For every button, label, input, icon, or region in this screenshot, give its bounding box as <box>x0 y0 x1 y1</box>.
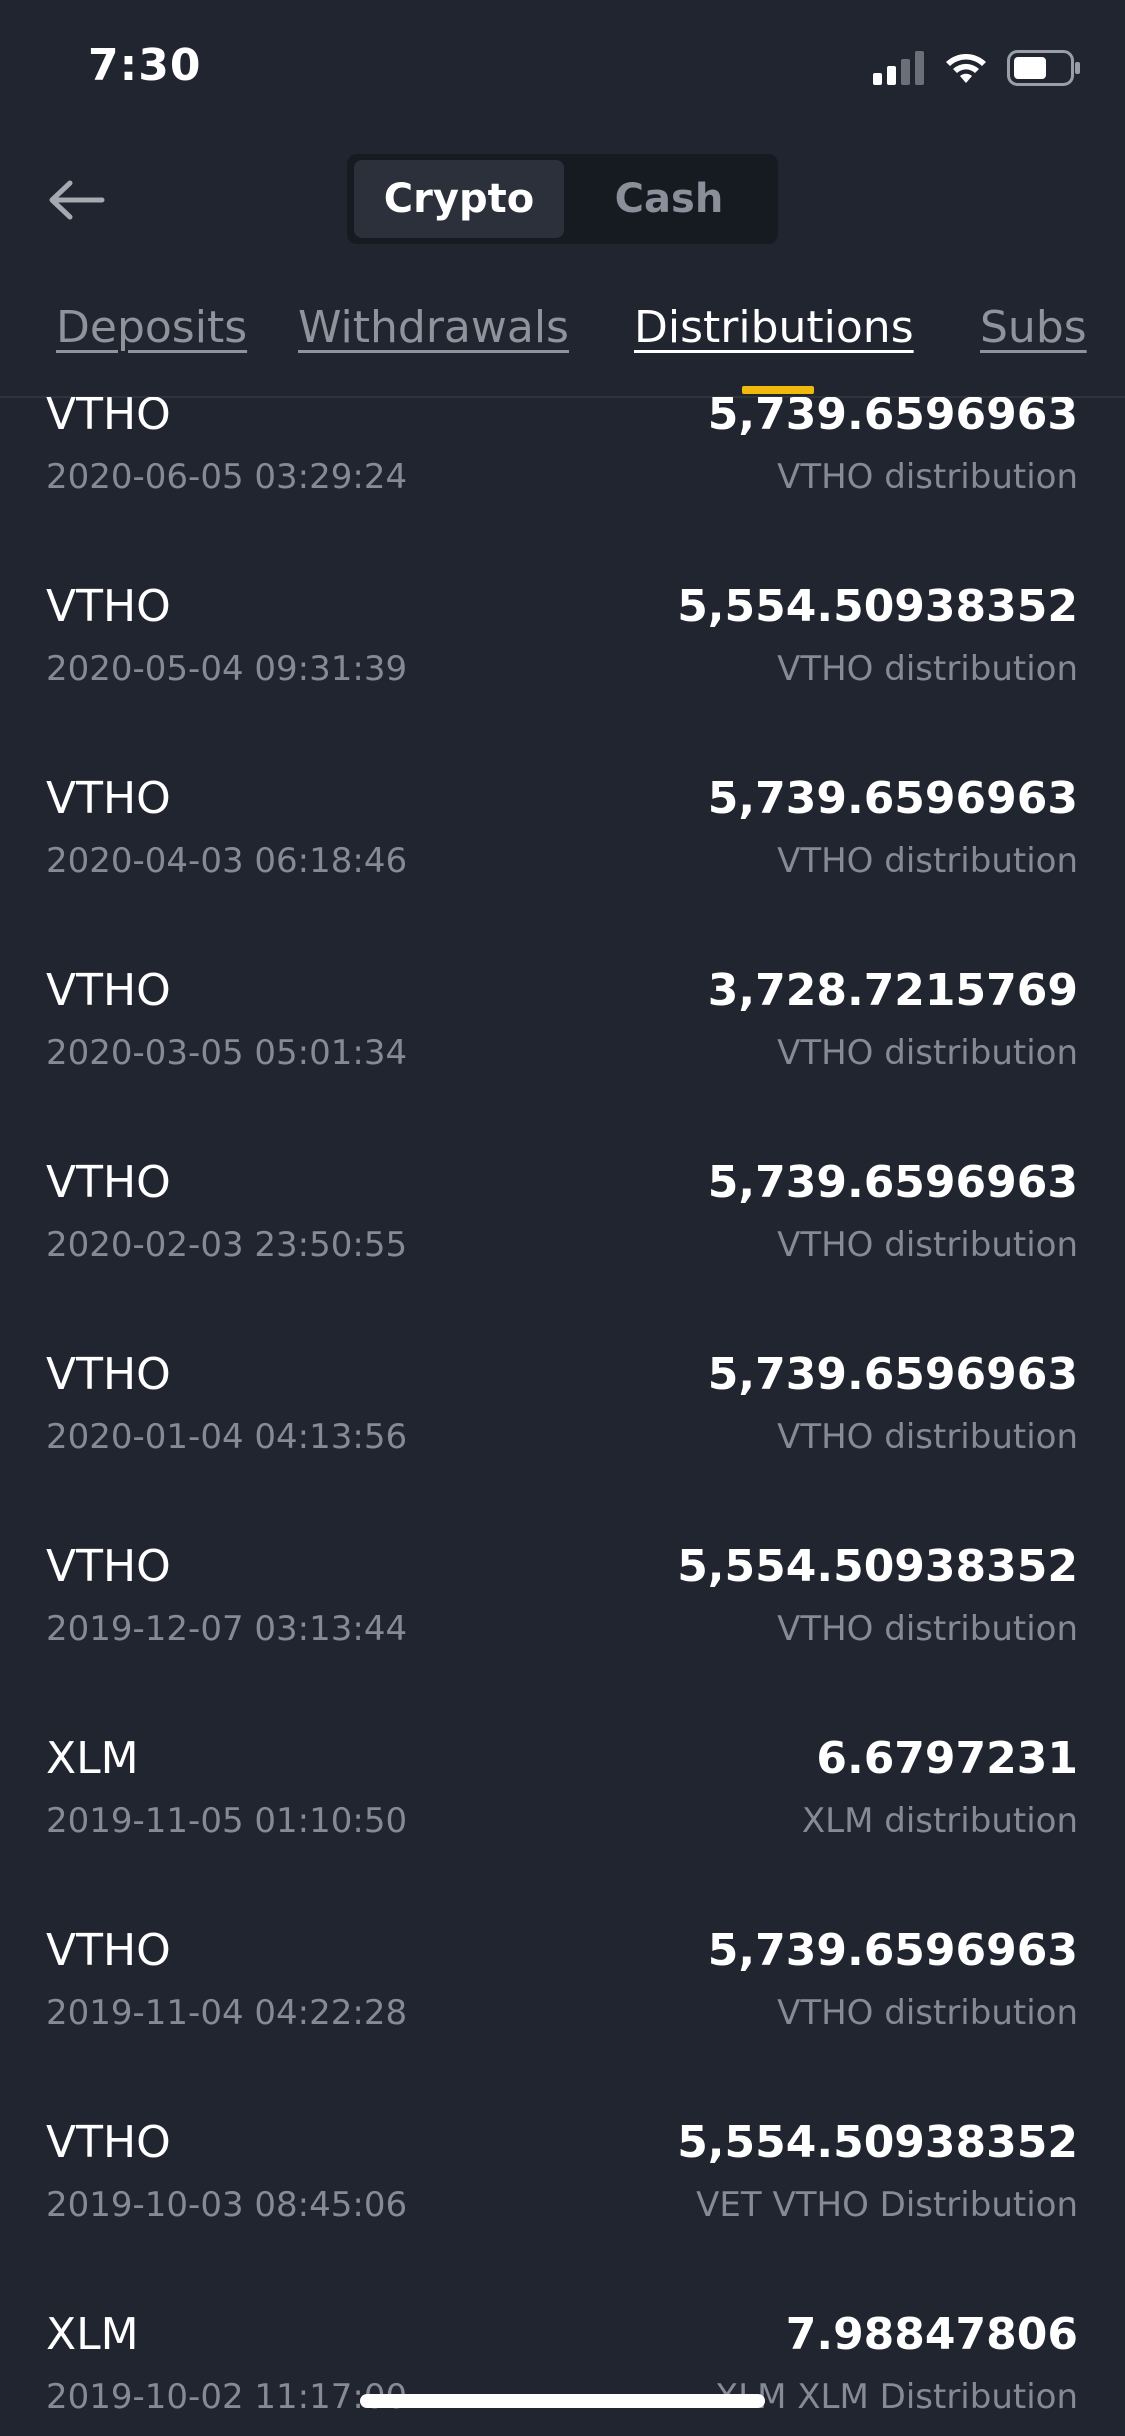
status-time: 7:30 <box>88 40 202 91</box>
coin-symbol: VTHO <box>46 397 171 440</box>
transaction-description: VTHO distribution <box>777 1993 1078 2033</box>
list-item[interactable]: XLM 2019-10-02 11:17:00 7.98847806 XLM X… <box>0 2309 1125 2436</box>
signal-icon <box>873 51 925 89</box>
transaction-description: XLM distribution <box>801 1801 1078 1841</box>
transaction-date: 2020-06-05 03:29:24 <box>46 457 408 497</box>
transaction-date: 2019-11-04 04:22:28 <box>46 1993 408 2033</box>
transaction-amount: 5,739.6596963 <box>707 1925 1078 1976</box>
active-tab-indicator <box>742 386 814 394</box>
tab-deposits[interactable]: Deposits <box>56 302 247 353</box>
coin-symbol: VTHO <box>46 2117 171 2168</box>
transaction-description: VTHO distribution <box>777 649 1078 689</box>
list-item[interactable]: VTHO 2019-12-07 03:13:44 5,554.50938352 … <box>0 1541 1125 1741</box>
transaction-amount: 5,554.50938352 <box>677 1541 1078 1592</box>
list-item[interactable]: VTHO 2020-04-03 06:18:46 5,739.6596963 V… <box>0 773 1125 973</box>
transaction-date: 2020-01-04 04:13:56 <box>46 1417 408 1457</box>
list-item[interactable]: VTHO 2020-03-05 05:01:34 3,728.7215769 V… <box>0 965 1125 1165</box>
coin-symbol: VTHO <box>46 581 171 632</box>
transaction-amount: 5,739.6596963 <box>707 773 1078 824</box>
segment-crypto[interactable]: Crypto <box>354 160 564 238</box>
wifi-icon <box>943 51 989 89</box>
list-item[interactable]: VTHO 2019-10-03 08:45:06 5,554.50938352 … <box>0 2117 1125 2317</box>
transaction-amount: 5,554.50938352 <box>677 581 1078 632</box>
transaction-description: VTHO distribution <box>777 1033 1078 1073</box>
tab-subscriptions[interactable]: Subs <box>980 302 1087 353</box>
home-indicator <box>360 2394 765 2408</box>
transaction-amount: 5,554.50938352 <box>677 2117 1078 2168</box>
transaction-date: 2020-02-03 23:50:55 <box>46 1225 408 1265</box>
list-item[interactable]: VTHO 2019-11-04 04:22:28 5,739.6596963 V… <box>0 1925 1125 2125</box>
transaction-amount: 5,739.6596963 <box>707 397 1078 440</box>
tab-withdrawals[interactable]: Withdrawals <box>298 302 569 353</box>
list-item[interactable]: XLM 2019-11-05 01:10:50 6.6797231 XLM di… <box>0 1733 1125 1933</box>
coin-symbol: XLM <box>46 1733 139 1784</box>
header: Crypto Cash <box>0 140 1125 260</box>
transaction-date: 2020-03-05 05:01:34 <box>46 1033 408 1073</box>
transaction-description: XLM XLM Distribution <box>714 2377 1078 2417</box>
coin-symbol: VTHO <box>46 773 171 824</box>
transaction-date: 2019-10-03 08:45:06 <box>46 2185 408 2225</box>
transaction-description: VTHO distribution <box>777 841 1078 881</box>
transaction-description: VTHO distribution <box>777 457 1078 497</box>
transaction-amount: 5,739.6596963 <box>707 1349 1078 1400</box>
distribution-list: VTHO 2020-06-05 03:29:24 5,739.6596963 V… <box>0 397 1125 2436</box>
arrow-left-icon <box>46 178 106 226</box>
list-item[interactable]: VTHO 2020-05-04 09:31:39 5,554.50938352 … <box>0 581 1125 781</box>
asset-type-toggle: Crypto Cash <box>347 154 778 244</box>
battery-icon <box>1007 50 1081 90</box>
coin-symbol: VTHO <box>46 1541 171 1592</box>
coin-symbol: VTHO <box>46 1925 171 1976</box>
coin-symbol: VTHO <box>46 1349 171 1400</box>
transaction-amount: 7.98847806 <box>785 2309 1078 2360</box>
transaction-description: VET VTHO Distribution <box>696 2185 1078 2225</box>
transaction-date: 2019-12-07 03:13:44 <box>46 1609 408 1649</box>
coin-symbol: VTHO <box>46 965 171 1016</box>
tab-distributions[interactable]: Distributions <box>634 302 914 353</box>
coin-symbol: VTHO <box>46 1157 171 1208</box>
history-tabs: Deposits Withdrawals Distributions Subs <box>0 292 1125 398</box>
transaction-amount: 3,728.7215769 <box>707 965 1078 1016</box>
coin-symbol: XLM <box>46 2309 139 2360</box>
transaction-amount: 6.6797231 <box>816 1733 1078 1784</box>
list-item[interactable]: VTHO 2020-02-03 23:50:55 5,739.6596963 V… <box>0 1157 1125 1357</box>
status-bar: 7:30 <box>0 0 1125 140</box>
back-button[interactable] <box>44 170 108 234</box>
transaction-description: VTHO distribution <box>777 1417 1078 1457</box>
status-icons <box>873 50 1081 90</box>
transaction-description: VTHO distribution <box>777 1225 1078 1265</box>
list-item[interactable]: VTHO 2020-06-05 03:29:24 5,739.6596963 V… <box>0 397 1125 589</box>
transaction-date: 2020-04-03 06:18:46 <box>46 841 408 881</box>
transaction-date: 2019-11-05 01:10:50 <box>46 1801 408 1841</box>
transaction-date: 2020-05-04 09:31:39 <box>46 649 408 689</box>
transaction-date: 2019-10-02 11:17:00 <box>46 2377 408 2417</box>
segment-cash[interactable]: Cash <box>569 160 769 238</box>
transaction-amount: 5,739.6596963 <box>707 1157 1078 1208</box>
transaction-description: VTHO distribution <box>777 1609 1078 1649</box>
list-item[interactable]: VTHO 2020-01-04 04:13:56 5,739.6596963 V… <box>0 1349 1125 1549</box>
